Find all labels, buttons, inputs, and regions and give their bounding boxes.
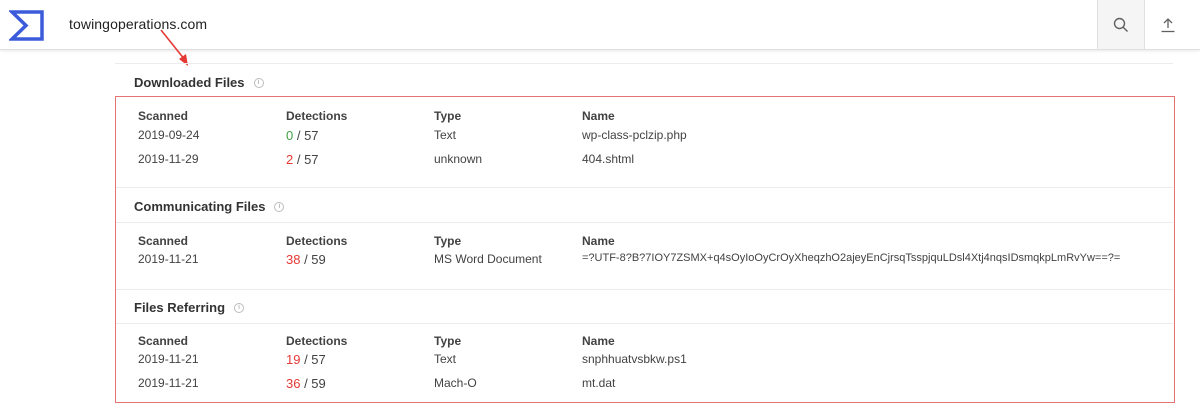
scanned-date: 2019-11-21 — [138, 352, 199, 366]
column-header-detections: Detections — [286, 234, 348, 248]
search-icon — [1113, 17, 1128, 32]
info-icon[interactable]: i — [253, 77, 264, 88]
detection-ratio: 38 / 59 — [286, 252, 326, 267]
divider — [116, 187, 1173, 188]
column-header-name: Name — [582, 234, 615, 248]
section-title-communicating-files: Communicating Files i — [134, 199, 285, 214]
divider — [116, 222, 1173, 223]
file-name-link[interactable]: mt.dat — [582, 376, 615, 390]
file-name-link[interactable]: wp-class-pclzip.php — [582, 128, 687, 142]
column-header-scanned: Scanned — [138, 234, 189, 248]
upload-button[interactable] — [1144, 0, 1191, 49]
info-icon[interactable]: i — [274, 201, 285, 212]
divider — [116, 289, 1173, 290]
annotation-arrow — [160, 29, 188, 66]
detection-ratio: 19 / 57 — [286, 352, 326, 367]
column-header-name: Name — [582, 334, 615, 348]
column-header-type: Type — [434, 109, 462, 123]
section-title-files-referring: Files Referring i — [134, 300, 245, 315]
divider — [115, 63, 1173, 64]
column-header-scanned: Scanned — [138, 334, 189, 348]
file-name-link[interactable]: =?UTF-8?B?7IOY7ZSMX+q4sOyIoOyCrOyXheqzhO… — [582, 252, 1120, 264]
info-icon[interactable]: i — [234, 302, 245, 313]
file-type: Text — [434, 128, 457, 142]
file-name-link[interactable]: snphhuatvsbkw.ps1 — [582, 352, 687, 366]
upload-icon — [1161, 17, 1175, 32]
column-header-detections: Detections — [286, 334, 348, 348]
file-type: Text — [434, 352, 457, 366]
detection-ratio: 0 / 57 — [286, 128, 319, 143]
file-type: unknown — [434, 152, 483, 166]
detection-ratio: 36 / 59 — [286, 376, 326, 391]
file-type: MS Word Document — [434, 252, 542, 266]
section-title-downloaded-files: Downloaded Files i — [134, 75, 264, 90]
column-header-type: Type — [434, 334, 462, 348]
column-header-type: Type — [434, 234, 462, 248]
file-type: Mach-O — [434, 376, 477, 390]
column-header-scanned: Scanned — [138, 109, 189, 123]
search-button[interactable] — [1097, 0, 1144, 49]
scanned-date: 2019-11-29 — [138, 152, 199, 166]
detection-ratio: 2 / 57 — [286, 152, 319, 167]
column-header-detections: Detections — [286, 109, 348, 123]
sigma-logo-icon[interactable] — [9, 9, 45, 42]
divider — [116, 323, 1173, 324]
column-header-name: Name — [582, 109, 615, 123]
file-name-link[interactable]: 404.shtml — [582, 152, 634, 166]
scanned-date: 2019-11-21 — [138, 376, 199, 390]
scanned-date: 2019-09-24 — [138, 128, 200, 142]
scanned-date: 2019-11-21 — [138, 252, 199, 266]
